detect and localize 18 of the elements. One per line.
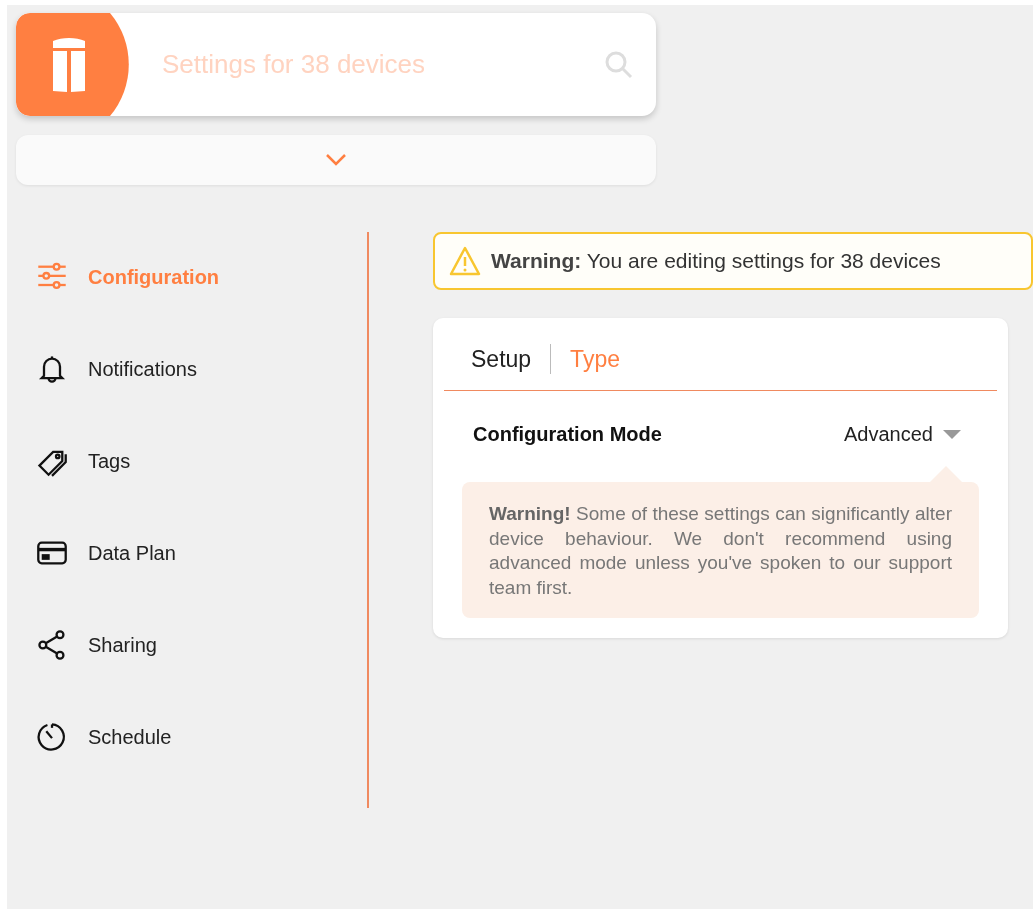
warning-icon xyxy=(449,246,481,276)
expand-button[interactable] xyxy=(16,135,656,185)
sidebar-item[interactable]: Schedule xyxy=(36,720,367,754)
search-icon[interactable] xyxy=(604,49,634,80)
tab[interactable]: Setup xyxy=(471,345,532,373)
chevron-down-icon xyxy=(325,153,347,167)
sidebar-item[interactable]: Sharing xyxy=(36,628,367,662)
warning-text: Warning: You are editing settings for 38 devices xyxy=(491,249,941,273)
mode-dropdown[interactable]: Advanced xyxy=(844,423,961,446)
sidebar-item[interactable]: Tags xyxy=(36,444,367,478)
sidebar-item[interactable]: Notifications xyxy=(36,352,367,386)
share-icon xyxy=(36,629,68,661)
tooltip-pointer xyxy=(930,465,962,482)
caret-icon xyxy=(943,429,961,440)
sidebar-item[interactable]: Data Plan xyxy=(36,536,367,570)
timer-icon xyxy=(36,721,68,753)
warning-tooltip: Warning! Some of these settings can significantly alter device behaviour. We don't recommend using advanced mode unless you've spoken to our support team first. xyxy=(462,482,979,618)
setting-label: Configuration Mode xyxy=(473,423,662,446)
